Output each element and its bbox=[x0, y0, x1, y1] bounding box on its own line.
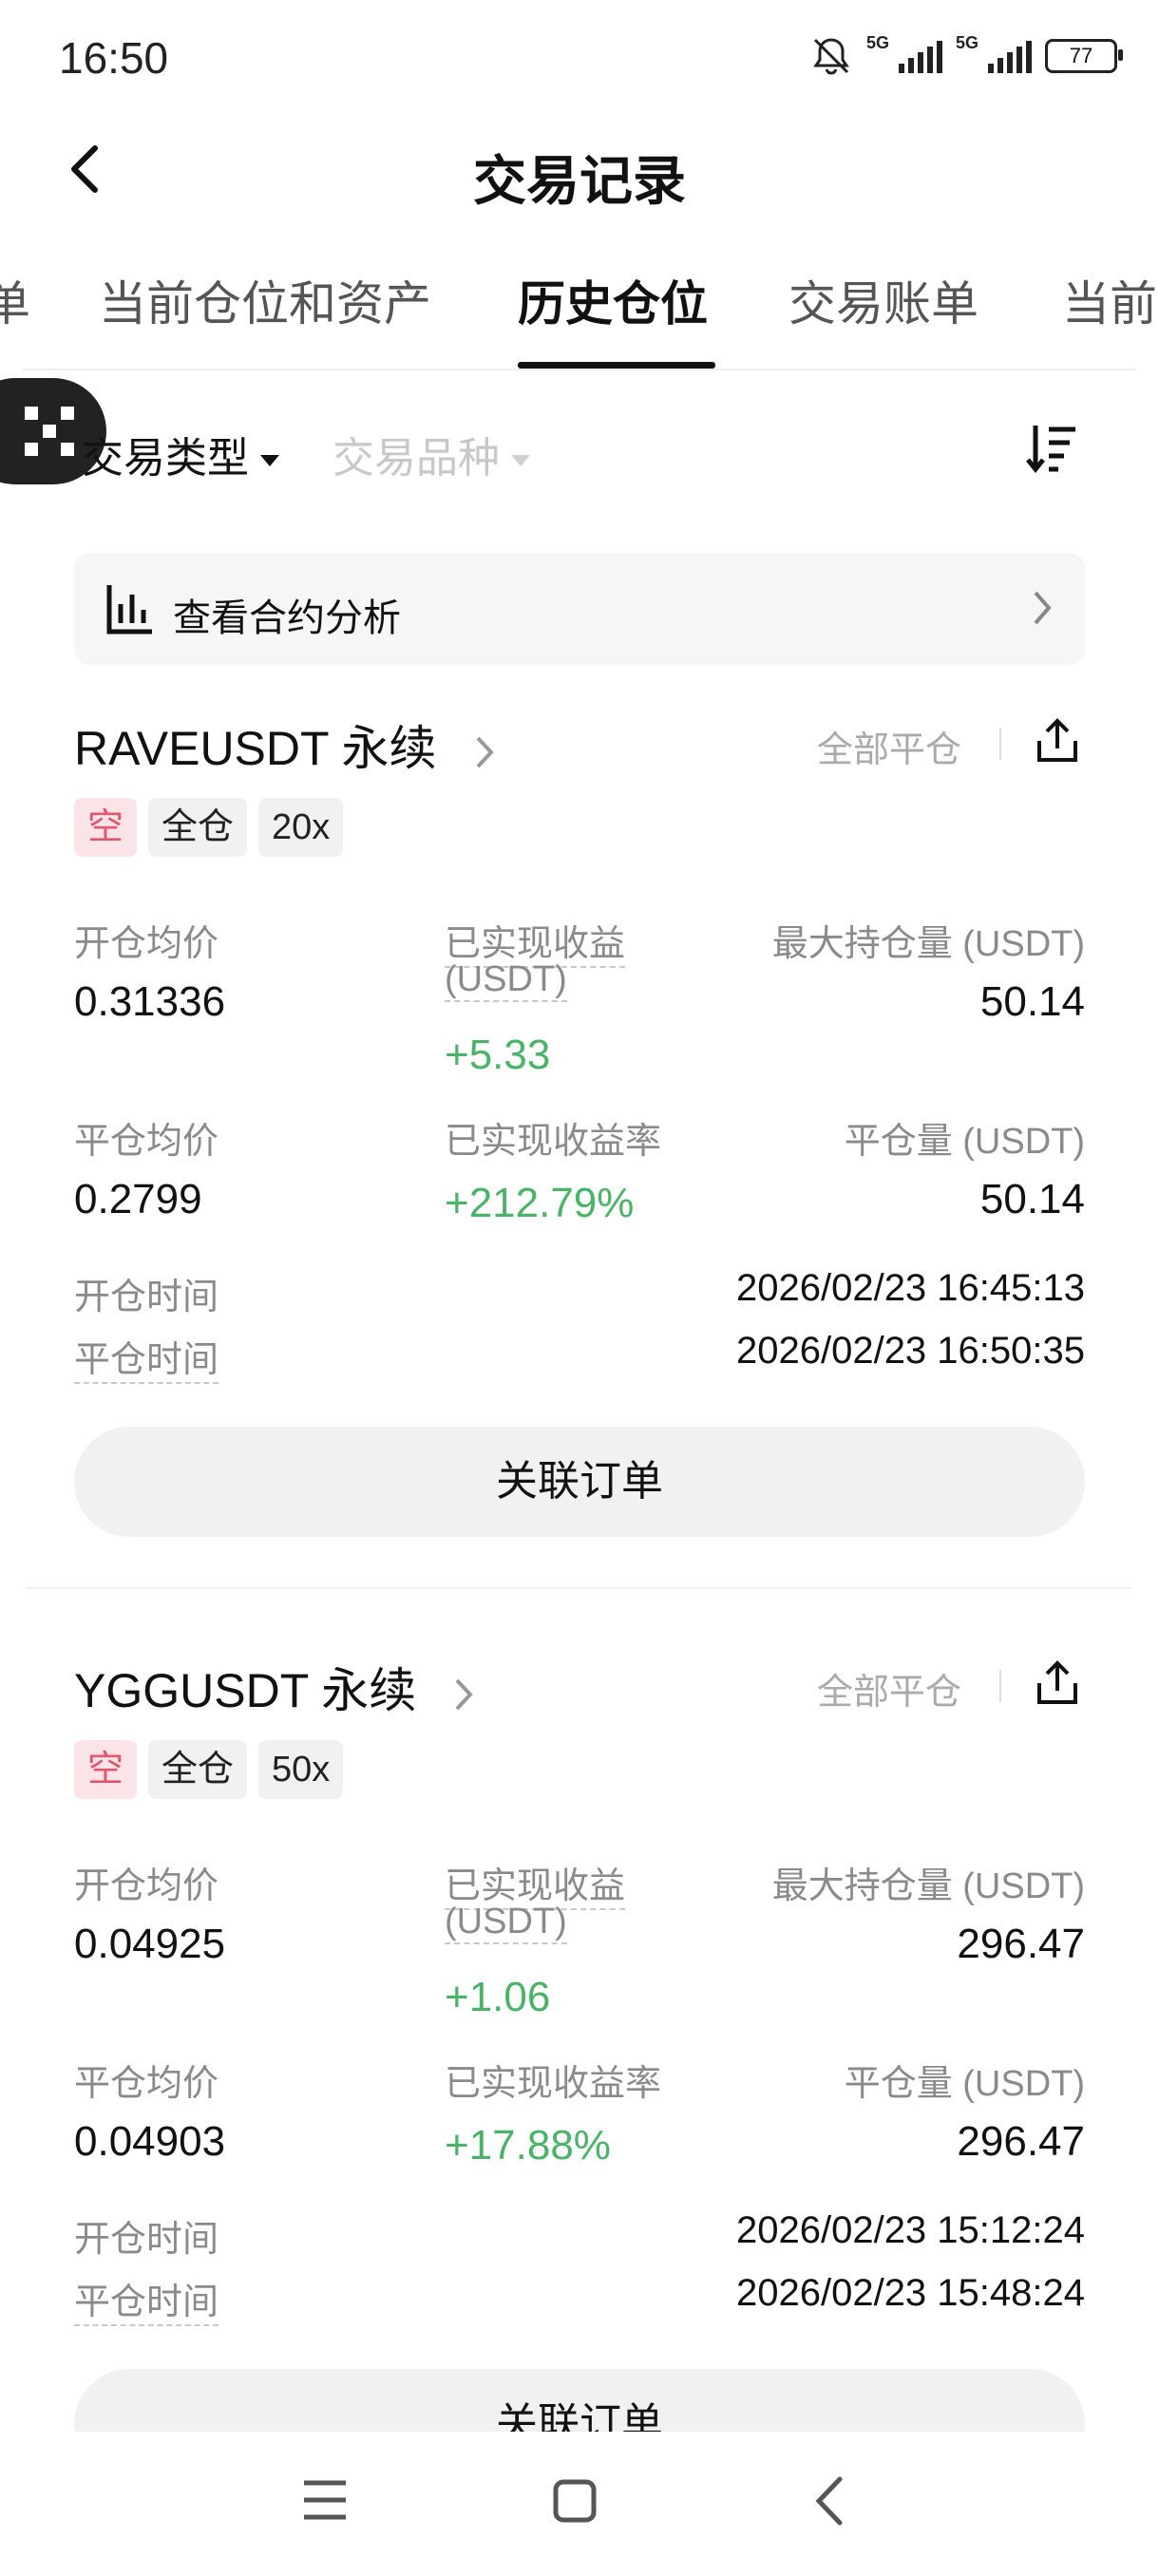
status-icons: 5G 5G 77 bbox=[809, 33, 1123, 78]
close-time-label: 平仓时间 bbox=[74, 2272, 219, 2326]
tab-trade-bills[interactable]: 交易账单 bbox=[788, 266, 978, 334]
short-tag: 空 bbox=[74, 1740, 138, 1799]
max-position-value: 296.47 bbox=[957, 1921, 1085, 1967]
realized-pnl-value: +1.06 bbox=[445, 1974, 551, 2020]
realized-pnl-unit: (USDT) bbox=[445, 959, 567, 1002]
sort-icon[interactable] bbox=[1026, 422, 1077, 475]
realized-pnl-rate-value: +17.88% bbox=[445, 2122, 611, 2169]
close-all-button[interactable]: 全部平仓 bbox=[817, 1662, 961, 1714]
realized-pnl-rate-label: 已实现收益率 bbox=[445, 1122, 662, 1162]
close-avg-value: 0.2799 bbox=[74, 1176, 202, 1222]
open-time-label: 开仓时间 bbox=[74, 1278, 219, 1317]
page-title: 交易记录 bbox=[473, 151, 686, 211]
signal-5g-icon: 5G bbox=[866, 33, 942, 73]
system-navigation-bar bbox=[0, 2432, 1159, 2576]
home-icon[interactable] bbox=[553, 2479, 597, 2523]
trade-type-label: 交易类型 bbox=[82, 435, 249, 482]
open-time-value: 2026/02/23 16:45:13 bbox=[735, 1267, 1085, 1309]
close-qty-label: 平仓量 (USDT) bbox=[844, 1122, 1085, 1162]
max-position-value: 50.14 bbox=[979, 978, 1085, 1025]
close-avg-label: 平仓均价 bbox=[74, 2064, 219, 2104]
chevron-right-icon bbox=[455, 1678, 473, 1711]
mute-bell-icon bbox=[813, 38, 849, 75]
tab-current-partial[interactable]: 当前 bbox=[1062, 266, 1157, 334]
position-symbol-link[interactable]: YGGUSDT 永续 bbox=[74, 1653, 473, 1721]
realized-pnl-unit: (USDT) bbox=[445, 1902, 567, 1944]
contract-analysis-label: 查看合约分析 bbox=[173, 597, 401, 639]
back-icon[interactable] bbox=[813, 2475, 846, 2527]
open-avg-label: 开仓均价 bbox=[74, 1866, 219, 1906]
status-time: 16:50 bbox=[59, 33, 169, 83]
margin-mode-tag: 全仓 bbox=[148, 798, 248, 857]
grid-icon bbox=[25, 407, 74, 456]
close-time-value: 2026/02/23 16:50:35 bbox=[735, 1330, 1085, 1372]
position-symbol-link[interactable]: RAVEUSDT 永续 bbox=[74, 710, 494, 779]
share-icon[interactable] bbox=[1036, 1660, 1079, 1706]
symbol-name: YGGUSDT 永续 bbox=[74, 1664, 417, 1717]
chevron-right-icon bbox=[1034, 591, 1052, 625]
related-orders-button[interactable]: 关联订单 bbox=[74, 1427, 1085, 1537]
close-qty-value: 296.47 bbox=[957, 2118, 1085, 2165]
bar-chart-icon bbox=[106, 585, 152, 635]
open-time-label: 开仓时间 bbox=[74, 2220, 219, 2260]
tab-current-positions-assets[interactable]: 当前仓位和资产 bbox=[99, 266, 431, 334]
realized-pnl-rate-label: 已实现收益率 bbox=[445, 2064, 662, 2104]
close-time-label: 平仓时间 bbox=[74, 1330, 219, 1384]
leverage-tag: 50x bbox=[258, 1740, 344, 1799]
open-avg-value: 0.31336 bbox=[74, 978, 226, 1025]
chevron-right-icon bbox=[476, 736, 494, 768]
open-time-value: 2026/02/23 15:12:24 bbox=[735, 2209, 1085, 2251]
max-position-label: 最大持仓量 (USDT) bbox=[771, 1866, 1085, 1906]
tab-orders-partial[interactable]: 单 bbox=[0, 266, 30, 334]
signal-5g-icon: 5G bbox=[956, 33, 1032, 73]
short-tag: 空 bbox=[74, 798, 138, 857]
close-all-button[interactable]: 全部平仓 bbox=[817, 720, 961, 772]
symbol-name: RAVEUSDT 永续 bbox=[74, 722, 437, 775]
caret-down-icon bbox=[511, 455, 530, 467]
realized-pnl-rate-value: +212.79% bbox=[445, 1180, 635, 1226]
margin-mode-tag: 全仓 bbox=[148, 1740, 248, 1799]
instrument-filter[interactable]: 交易品种 bbox=[332, 424, 530, 484]
share-icon[interactable] bbox=[1036, 718, 1079, 764]
contract-analysis-link[interactable]: 查看合约分析 bbox=[74, 553, 1085, 665]
close-qty-label: 平仓量 (USDT) bbox=[844, 2064, 1085, 2104]
close-avg-value: 0.04903 bbox=[74, 2118, 226, 2165]
instrument-label: 交易品种 bbox=[332, 435, 500, 482]
menu-icon[interactable] bbox=[302, 2479, 348, 2521]
close-time-value: 2026/02/23 15:48:24 bbox=[735, 2272, 1085, 2314]
divider bbox=[999, 728, 1001, 760]
battery-icon: 77 bbox=[1045, 39, 1123, 73]
divider bbox=[27, 1587, 1132, 1589]
max-position-label: 最大持仓量 (USDT) bbox=[771, 924, 1085, 964]
leverage-tag: 20x bbox=[258, 798, 344, 857]
active-tab-indicator bbox=[518, 362, 715, 369]
tab-bar: 单 当前仓位和资产 历史仓位 交易账单 当前 bbox=[0, 266, 1159, 370]
divider bbox=[23, 369, 1136, 370]
open-avg-label: 开仓均价 bbox=[74, 924, 219, 964]
open-avg-value: 0.04925 bbox=[74, 1921, 226, 1967]
caret-down-icon bbox=[260, 455, 279, 467]
realized-pnl-value: +5.33 bbox=[445, 1032, 551, 1078]
tab-position-history[interactable]: 历史仓位 bbox=[518, 266, 708, 334]
trade-type-filter[interactable]: 交易类型 bbox=[82, 424, 279, 484]
divider bbox=[999, 1670, 1001, 1702]
close-avg-label: 平仓均价 bbox=[74, 1122, 219, 1162]
close-qty-value: 50.14 bbox=[979, 1176, 1085, 1222]
